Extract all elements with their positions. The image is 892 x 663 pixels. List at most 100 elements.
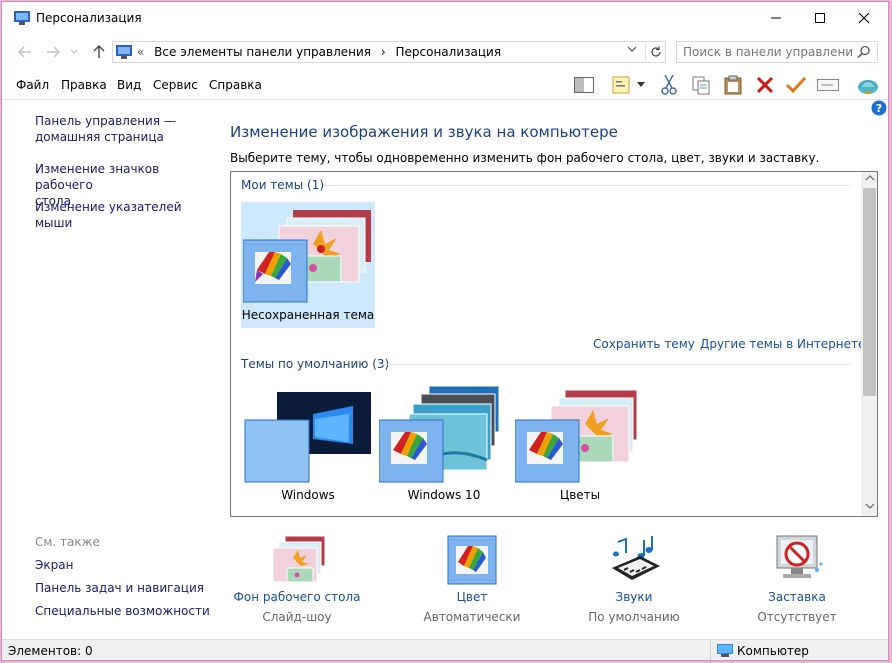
minimize-icon (771, 17, 781, 19)
scroll-down-button[interactable] (864, 502, 875, 513)
breadcrumb-separator[interactable]: › (381, 45, 386, 59)
scroll-thumb[interactable] (863, 188, 876, 396)
tile-sounds-label[interactable]: Звуки (549, 590, 719, 604)
windows-theme-preview-icon (244, 392, 371, 483)
address-bar[interactable]: « Все элементы панели управления › Персо… (112, 41, 666, 63)
check-icon (786, 76, 806, 94)
menu-bar: Файл Правка Вид Сервис Справка (2, 70, 888, 100)
flowers-theme-preview-icon (243, 210, 371, 303)
tile-color-status: Автоматически (423, 610, 521, 624)
refresh-button[interactable] (645, 42, 665, 62)
back-arrow-icon (18, 46, 31, 58)
search-box[interactable] (676, 41, 878, 63)
items-count: Элементов: 0 (8, 644, 93, 658)
pane-icon (574, 77, 594, 93)
tile-sounds[interactable]: Звуки По умолчанию (549, 534, 719, 634)
see-also-heading: См. также (35, 535, 100, 549)
svg-text:?: ? (876, 102, 882, 115)
breadcrumb-personalization[interactable]: Персонализация (395, 45, 501, 59)
shell-button[interactable] (856, 73, 880, 97)
close-icon (858, 12, 870, 24)
tile-screensaver[interactable]: Заставка Отсутствует (712, 534, 882, 634)
cut-icon (661, 75, 677, 95)
address-history-button[interactable] (627, 45, 637, 56)
group-divider (323, 185, 851, 186)
pane-button[interactable] (572, 73, 596, 97)
minimize-button[interactable] (754, 2, 798, 34)
computer-icon (717, 644, 733, 657)
help-icon[interactable]: ? (871, 100, 887, 116)
search-icon[interactable] (857, 45, 871, 59)
search-input[interactable] (683, 44, 853, 60)
link-accessibility[interactable]: Специальные возможности (35, 603, 215, 619)
menu-tools[interactable]: Сервис (153, 78, 198, 92)
forward-button[interactable] (44, 43, 62, 61)
theme-windows[interactable]: Windows (241, 382, 375, 508)
delete-button[interactable] (753, 73, 777, 97)
properties-button[interactable] (609, 73, 633, 97)
online-themes-link[interactable]: Другие темы в Интернете (700, 337, 865, 351)
tile-desktop-background-status: Слайд-шоу (262, 610, 332, 624)
paste-button[interactable] (721, 73, 745, 97)
link-mouse-pointers[interactable]: Изменение указателей мыши (35, 199, 215, 231)
tile-desktop-background[interactable]: Фон рабочего стола Слайд-шоу (212, 534, 382, 634)
group-default-themes[interactable]: Темы по умолчанию (3) (241, 357, 389, 371)
tile-color[interactable]: Цвет Автоматически (387, 534, 557, 634)
chevron-down-icon (70, 49, 78, 54)
cut-button[interactable] (657, 73, 681, 97)
scroll-up-button[interactable] (864, 174, 875, 185)
theme-flowers[interactable]: Цветы (513, 382, 647, 508)
theme-flowers-label: Цветы (559, 488, 601, 502)
flowers-theme-preview-icon (515, 389, 638, 483)
theme-list: Мои темы (1) Несохраненная тема Сохранит… (230, 171, 878, 517)
theme-windows-10-label: Windows 10 (407, 488, 481, 502)
maximize-icon (815, 13, 825, 23)
link-display[interactable]: Экран (35, 557, 215, 573)
link-taskbar[interactable]: Панель задач и навигация (35, 580, 215, 596)
tile-screensaver-label[interactable]: Заставка (712, 590, 882, 604)
properties-dropdown[interactable] (634, 73, 648, 97)
menu-help[interactable]: Справка (209, 78, 262, 92)
apply-button[interactable] (784, 73, 808, 97)
rename-button[interactable] (816, 73, 840, 97)
status-location: Компьютер (710, 640, 888, 660)
caret-down-icon (637, 82, 645, 87)
menu-view[interactable]: Вид (117, 78, 141, 92)
tile-desktop-background-label[interactable]: Фон рабочего стола (212, 590, 382, 604)
tile-screensaver-status: Отсутствует (757, 610, 837, 624)
properties-icon (612, 76, 630, 94)
theme-unsaved-label: Несохраненная тема (241, 308, 375, 322)
status-location-label: Компьютер (737, 644, 809, 658)
group-my-themes[interactable]: Мои темы (1) (241, 178, 324, 192)
recent-locations-button[interactable] (68, 43, 80, 61)
menu-edit[interactable]: Правка (61, 78, 107, 92)
windows-10-theme-preview-icon (379, 385, 500, 483)
chevron-down-icon (627, 46, 637, 52)
theme-windows-10[interactable]: Windows 10 (377, 382, 511, 508)
chevron-up-icon (865, 175, 874, 181)
theme-list-scrollbar[interactable] (861, 172, 877, 516)
menu-file[interactable]: Файл (16, 78, 49, 92)
tile-sounds-status: По умолчанию (588, 610, 680, 624)
close-button[interactable] (842, 2, 886, 34)
breadcrumb-all-items[interactable]: Все элементы панели управления (154, 45, 371, 59)
forward-arrow-icon (47, 46, 60, 58)
delete-icon (756, 76, 774, 94)
theme-unsaved[interactable]: Несохраненная тема (241, 202, 375, 328)
back-button[interactable] (16, 43, 34, 61)
paste-icon (724, 75, 742, 95)
rename-icon (817, 79, 839, 91)
copy-button[interactable] (689, 73, 713, 97)
refresh-icon (650, 46, 661, 57)
breadcrumb: « Все элементы панели управления › Персо… (137, 45, 507, 59)
save-theme-link[interactable]: Сохранить тему (593, 337, 695, 351)
sounds-icon (612, 536, 660, 580)
link-control-panel-home[interactable]: Панель управления — домашняя страница (35, 113, 215, 145)
up-button[interactable] (90, 43, 108, 61)
tile-color-label[interactable]: Цвет (387, 590, 557, 604)
breadcrumb-overflow[interactable]: « (137, 45, 144, 59)
shell-icon (858, 80, 878, 94)
control-panel-icon (14, 11, 30, 25)
theme-windows-label: Windows (281, 488, 335, 502)
maximize-button[interactable] (798, 2, 842, 34)
